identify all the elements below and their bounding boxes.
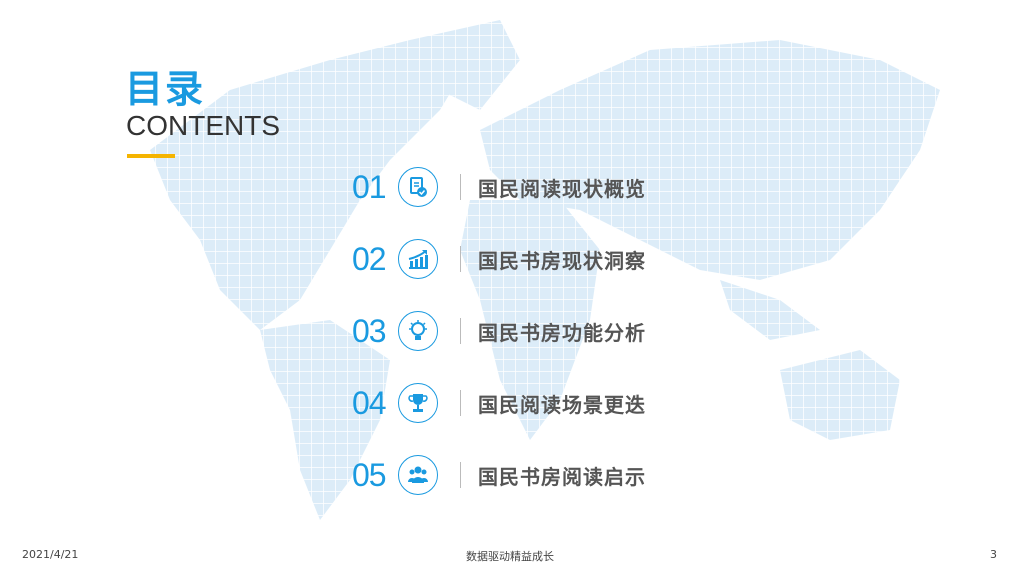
page-number: 3 — [990, 548, 997, 561]
toc-item-04[interactable]: 04 国民阅读场景更迭 — [352, 381, 646, 425]
page-title: 目录 — [125, 67, 206, 111]
document-check-icon — [398, 167, 438, 207]
toc-label: 国民书房现状洞察 — [478, 248, 646, 273]
divider — [460, 462, 461, 488]
people-icon — [398, 455, 438, 495]
toc-number: 04 — [352, 384, 387, 421]
toc-item-05[interactable]: 05 国民书房阅读启示 — [352, 453, 646, 497]
page-subtitle: CONTENTS — [126, 110, 280, 141]
toc-label: 国民书房功能分析 — [478, 320, 646, 345]
title-underline — [127, 154, 175, 158]
toc-number: 03 — [352, 312, 387, 349]
lightbulb-icon — [398, 311, 438, 351]
footer-date: 2021/4/21 — [22, 548, 79, 561]
trophy-icon — [398, 383, 438, 423]
toc-item-01[interactable]: 01 国民阅读现状概览 — [352, 165, 646, 209]
toc-label: 国民阅读场景更迭 — [478, 392, 646, 417]
toc-label: 国民阅读现状概览 — [478, 176, 646, 201]
toc-item-03[interactable]: 03 国民书房功能分析 — [352, 309, 646, 353]
divider — [460, 246, 461, 272]
toc-number: 02 — [352, 240, 387, 277]
growth-chart-icon — [398, 239, 438, 279]
toc-number: 05 — [352, 456, 387, 493]
toc-label: 国民书房阅读启示 — [478, 464, 646, 489]
toc-item-02[interactable]: 02 国民书房现状洞察 — [352, 237, 646, 281]
divider — [460, 318, 461, 344]
toc-number: 01 — [352, 168, 387, 205]
divider — [460, 390, 461, 416]
divider — [460, 174, 461, 200]
footer-slogan: 数据驱动精益成长 — [466, 550, 554, 563]
